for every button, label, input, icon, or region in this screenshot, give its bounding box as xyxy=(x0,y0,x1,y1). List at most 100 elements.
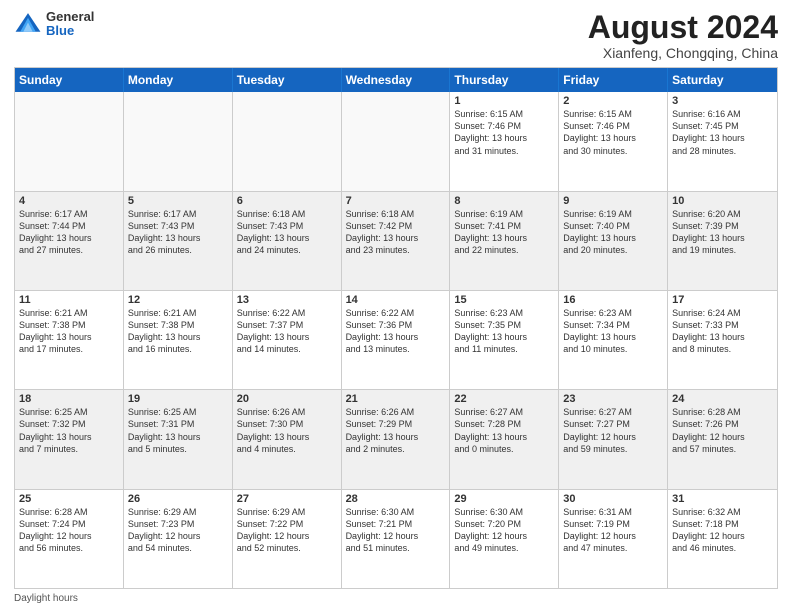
logo-icon xyxy=(14,10,42,38)
calendar-cell: 3Sunrise: 6:16 AM Sunset: 7:45 PM Daylig… xyxy=(668,92,777,190)
cell-info: Sunrise: 6:26 AM Sunset: 7:29 PM Dayligh… xyxy=(346,406,446,455)
cell-info: Sunrise: 6:28 AM Sunset: 7:26 PM Dayligh… xyxy=(672,406,773,455)
cell-date: 20 xyxy=(237,393,337,405)
calendar-cell: 4Sunrise: 6:17 AM Sunset: 7:44 PM Daylig… xyxy=(15,192,124,290)
page: General Blue August 2024 Xianfeng, Chong… xyxy=(0,0,792,612)
cell-date: 5 xyxy=(128,195,228,207)
calendar-cell: 7Sunrise: 6:18 AM Sunset: 7:42 PM Daylig… xyxy=(342,192,451,290)
cell-date: 3 xyxy=(672,95,773,107)
calendar-body: 1Sunrise: 6:15 AM Sunset: 7:46 PM Daylig… xyxy=(15,92,777,588)
calendar-cell xyxy=(124,92,233,190)
cell-info: Sunrise: 6:25 AM Sunset: 7:31 PM Dayligh… xyxy=(128,406,228,455)
calendar-cell: 23Sunrise: 6:27 AM Sunset: 7:27 PM Dayli… xyxy=(559,390,668,488)
calendar-cell: 12Sunrise: 6:21 AM Sunset: 7:38 PM Dayli… xyxy=(124,291,233,389)
calendar-cell: 30Sunrise: 6:31 AM Sunset: 7:19 PM Dayli… xyxy=(559,490,668,588)
cell-info: Sunrise: 6:22 AM Sunset: 7:36 PM Dayligh… xyxy=(346,307,446,356)
cell-date: 4 xyxy=(19,195,119,207)
cell-date: 14 xyxy=(346,294,446,306)
cell-info: Sunrise: 6:25 AM Sunset: 7:32 PM Dayligh… xyxy=(19,406,119,455)
cell-date: 30 xyxy=(563,493,663,505)
cell-info: Sunrise: 6:20 AM Sunset: 7:39 PM Dayligh… xyxy=(672,208,773,257)
cell-info: Sunrise: 6:31 AM Sunset: 7:19 PM Dayligh… xyxy=(563,506,663,555)
cell-date: 8 xyxy=(454,195,554,207)
calendar-cell: 15Sunrise: 6:23 AM Sunset: 7:35 PM Dayli… xyxy=(450,291,559,389)
month-year: August 2024 xyxy=(588,10,778,45)
calendar-cell: 2Sunrise: 6:15 AM Sunset: 7:46 PM Daylig… xyxy=(559,92,668,190)
cell-info: Sunrise: 6:17 AM Sunset: 7:43 PM Dayligh… xyxy=(128,208,228,257)
cell-date: 9 xyxy=(563,195,663,207)
cell-date: 23 xyxy=(563,393,663,405)
cell-date: 28 xyxy=(346,493,446,505)
cell-date: 27 xyxy=(237,493,337,505)
calendar-cell: 29Sunrise: 6:30 AM Sunset: 7:20 PM Dayli… xyxy=(450,490,559,588)
calendar-header: SundayMondayTuesdayWednesdayThursdayFrid… xyxy=(15,68,777,92)
calendar-cell: 20Sunrise: 6:26 AM Sunset: 7:30 PM Dayli… xyxy=(233,390,342,488)
calendar-cell: 10Sunrise: 6:20 AM Sunset: 7:39 PM Dayli… xyxy=(668,192,777,290)
calendar-cell: 21Sunrise: 6:26 AM Sunset: 7:29 PM Dayli… xyxy=(342,390,451,488)
cell-info: Sunrise: 6:28 AM Sunset: 7:24 PM Dayligh… xyxy=(19,506,119,555)
cell-info: Sunrise: 6:21 AM Sunset: 7:38 PM Dayligh… xyxy=(128,307,228,356)
cell-date: 11 xyxy=(19,294,119,306)
calendar-week-2: 4Sunrise: 6:17 AM Sunset: 7:44 PM Daylig… xyxy=(15,192,777,291)
cell-date: 19 xyxy=(128,393,228,405)
cell-info: Sunrise: 6:22 AM Sunset: 7:37 PM Dayligh… xyxy=(237,307,337,356)
cell-info: Sunrise: 6:23 AM Sunset: 7:35 PM Dayligh… xyxy=(454,307,554,356)
calendar-cell xyxy=(233,92,342,190)
cell-info: Sunrise: 6:19 AM Sunset: 7:41 PM Dayligh… xyxy=(454,208,554,257)
calendar-cell: 19Sunrise: 6:25 AM Sunset: 7:31 PM Dayli… xyxy=(124,390,233,488)
cell-info: Sunrise: 6:27 AM Sunset: 7:27 PM Dayligh… xyxy=(563,406,663,455)
location: Xianfeng, Chongqing, China xyxy=(588,45,778,61)
calendar-week-5: 25Sunrise: 6:28 AM Sunset: 7:24 PM Dayli… xyxy=(15,490,777,588)
cell-info: Sunrise: 6:18 AM Sunset: 7:43 PM Dayligh… xyxy=(237,208,337,257)
cell-date: 16 xyxy=(563,294,663,306)
cell-info: Sunrise: 6:15 AM Sunset: 7:46 PM Dayligh… xyxy=(563,108,663,157)
cell-info: Sunrise: 6:27 AM Sunset: 7:28 PM Dayligh… xyxy=(454,406,554,455)
cell-info: Sunrise: 6:26 AM Sunset: 7:30 PM Dayligh… xyxy=(237,406,337,455)
cell-date: 24 xyxy=(672,393,773,405)
logo-text: General Blue xyxy=(46,10,94,39)
calendar-cell: 13Sunrise: 6:22 AM Sunset: 7:37 PM Dayli… xyxy=(233,291,342,389)
calendar-cell: 22Sunrise: 6:27 AM Sunset: 7:28 PM Dayli… xyxy=(450,390,559,488)
calendar-cell: 26Sunrise: 6:29 AM Sunset: 7:23 PM Dayli… xyxy=(124,490,233,588)
day-header-tuesday: Tuesday xyxy=(233,68,342,92)
calendar-cell: 16Sunrise: 6:23 AM Sunset: 7:34 PM Dayli… xyxy=(559,291,668,389)
cell-info: Sunrise: 6:30 AM Sunset: 7:20 PM Dayligh… xyxy=(454,506,554,555)
cell-info: Sunrise: 6:24 AM Sunset: 7:33 PM Dayligh… xyxy=(672,307,773,356)
calendar-cell: 25Sunrise: 6:28 AM Sunset: 7:24 PM Dayli… xyxy=(15,490,124,588)
calendar-cell: 18Sunrise: 6:25 AM Sunset: 7:32 PM Dayli… xyxy=(15,390,124,488)
day-header-monday: Monday xyxy=(124,68,233,92)
calendar-week-3: 11Sunrise: 6:21 AM Sunset: 7:38 PM Dayli… xyxy=(15,291,777,390)
cell-info: Sunrise: 6:17 AM Sunset: 7:44 PM Dayligh… xyxy=(19,208,119,257)
cell-date: 21 xyxy=(346,393,446,405)
cell-date: 18 xyxy=(19,393,119,405)
cell-date: 26 xyxy=(128,493,228,505)
calendar-cell: 17Sunrise: 6:24 AM Sunset: 7:33 PM Dayli… xyxy=(668,291,777,389)
cell-info: Sunrise: 6:18 AM Sunset: 7:42 PM Dayligh… xyxy=(346,208,446,257)
cell-date: 13 xyxy=(237,294,337,306)
cell-info: Sunrise: 6:16 AM Sunset: 7:45 PM Dayligh… xyxy=(672,108,773,157)
calendar: SundayMondayTuesdayWednesdayThursdayFrid… xyxy=(14,67,778,589)
day-header-wednesday: Wednesday xyxy=(342,68,451,92)
cell-info: Sunrise: 6:30 AM Sunset: 7:21 PM Dayligh… xyxy=(346,506,446,555)
calendar-week-4: 18Sunrise: 6:25 AM Sunset: 7:32 PM Dayli… xyxy=(15,390,777,489)
calendar-week-1: 1Sunrise: 6:15 AM Sunset: 7:46 PM Daylig… xyxy=(15,92,777,191)
cell-date: 7 xyxy=(346,195,446,207)
cell-date: 10 xyxy=(672,195,773,207)
cell-date: 25 xyxy=(19,493,119,505)
cell-info: Sunrise: 6:29 AM Sunset: 7:22 PM Dayligh… xyxy=(237,506,337,555)
cell-date: 2 xyxy=(563,95,663,107)
footer-note: Daylight hours xyxy=(14,593,778,604)
cell-date: 17 xyxy=(672,294,773,306)
cell-info: Sunrise: 6:29 AM Sunset: 7:23 PM Dayligh… xyxy=(128,506,228,555)
calendar-cell: 14Sunrise: 6:22 AM Sunset: 7:36 PM Dayli… xyxy=(342,291,451,389)
cell-info: Sunrise: 6:19 AM Sunset: 7:40 PM Dayligh… xyxy=(563,208,663,257)
day-header-friday: Friday xyxy=(559,68,668,92)
cell-date: 12 xyxy=(128,294,228,306)
calendar-cell: 24Sunrise: 6:28 AM Sunset: 7:26 PM Dayli… xyxy=(668,390,777,488)
calendar-cell: 27Sunrise: 6:29 AM Sunset: 7:22 PM Dayli… xyxy=(233,490,342,588)
calendar-cell: 28Sunrise: 6:30 AM Sunset: 7:21 PM Dayli… xyxy=(342,490,451,588)
cell-info: Sunrise: 6:21 AM Sunset: 7:38 PM Dayligh… xyxy=(19,307,119,356)
cell-date: 31 xyxy=(672,493,773,505)
cell-date: 6 xyxy=(237,195,337,207)
cell-date: 22 xyxy=(454,393,554,405)
